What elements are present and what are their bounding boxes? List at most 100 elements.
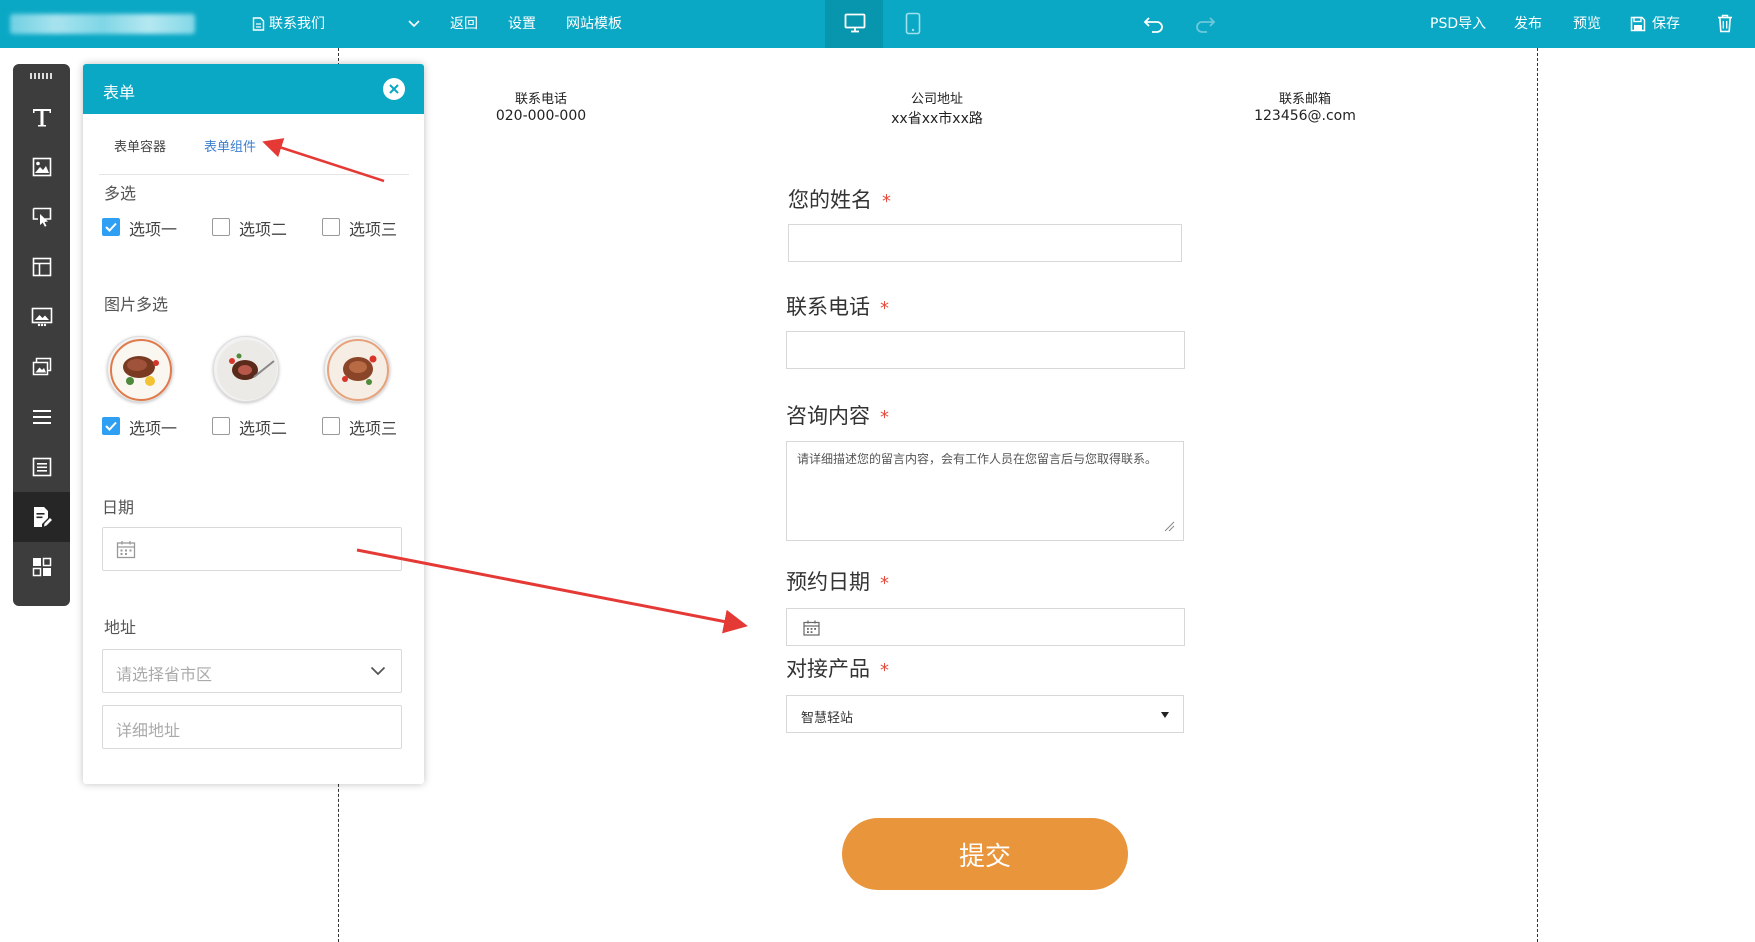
required-mark: *: [880, 660, 889, 681]
top-toolbar: 联系我们 返回 设置 网站模板 PSD导入 发布 预览 保存: [0, 0, 1755, 48]
close-icon: [389, 84, 399, 94]
required-mark: *: [880, 407, 889, 428]
calendar-icon: [803, 620, 820, 636]
contact-phone-label: 联系电话: [514, 92, 567, 107]
mobile-view-icon[interactable]: [905, 12, 921, 35]
component-toolbar: [13, 64, 70, 606]
list-tool-button[interactable]: [13, 442, 70, 492]
slideshow-tool-button[interactable]: [13, 292, 70, 342]
name-input[interactable]: [788, 224, 1182, 262]
save-icon: [1630, 16, 1646, 32]
redo-icon[interactable]: [1194, 14, 1216, 34]
image-checkbox-3[interactable]: [322, 417, 340, 435]
tab-divider: [99, 174, 409, 175]
desktop-view-button[interactable]: [825, 0, 883, 48]
panel-header: 表单: [83, 64, 424, 114]
date-picker-field[interactable]: [102, 527, 402, 571]
undo-icon[interactable]: [1143, 14, 1165, 34]
layout-icon: [32, 257, 51, 277]
multi-option-2: 选项二: [239, 220, 288, 239]
text-icon: [32, 109, 51, 127]
canvas-right-guide: [1537, 48, 1538, 942]
multi-checkbox-3[interactable]: [322, 218, 340, 236]
calendar-icon: [116, 541, 136, 559]
templates-button[interactable]: 网站模板: [566, 0, 622, 48]
resize-handle-icon[interactable]: [1163, 520, 1175, 532]
image-option-1: 选项一: [129, 419, 178, 438]
multi-option-1: 选项一: [129, 220, 178, 239]
layout-tool-button[interactable]: [13, 242, 70, 292]
food-image-3[interactable]: [324, 336, 390, 402]
settings-button[interactable]: 设置: [508, 0, 536, 48]
inquiry-placeholder: 请详细描述您的留言内容，会有工作人员在您留言后与您取得联系。: [797, 452, 1158, 466]
list-icon: [32, 457, 51, 477]
inquiry-field-label: 咨询内容 *: [786, 400, 889, 430]
contact-address-label: 公司地址: [910, 92, 963, 107]
preview-button[interactable]: 预览: [1573, 0, 1601, 48]
submit-button[interactable]: 提交: [842, 818, 1128, 890]
panel-close-button[interactable]: [383, 78, 405, 100]
save-button[interactable]: 保存: [1630, 0, 1680, 48]
date-field-label: 预约日期 *: [786, 566, 889, 596]
modules-tool-button[interactable]: [13, 542, 70, 592]
multi-checkbox-1[interactable]: [102, 218, 120, 236]
dropdown-arrow-icon: [1161, 712, 1169, 718]
form-tool-button[interactable]: [13, 492, 70, 542]
check-icon: [105, 222, 117, 232]
image-checkbox-2[interactable]: [212, 417, 230, 435]
product-select[interactable]: 智慧轻站: [786, 695, 1184, 733]
appointment-date-input[interactable]: [786, 608, 1185, 646]
text-tool-button[interactable]: [13, 92, 70, 142]
food-image-2[interactable]: [213, 336, 279, 402]
inquiry-textarea[interactable]: 请详细描述您的留言内容，会有工作人员在您留言后与您取得联系。: [786, 441, 1184, 541]
chevron-down-icon[interactable]: [407, 18, 421, 30]
menu-icon: [32, 410, 51, 424]
phone-field-label: 联系电话 *: [786, 291, 889, 321]
button-tool-button[interactable]: [13, 192, 70, 242]
site-logo-blurred: [10, 14, 195, 34]
multi-checkbox-2[interactable]: [212, 218, 230, 236]
tab-form-container[interactable]: 表单容器: [114, 136, 166, 155]
save-label: 保存: [1652, 16, 1680, 32]
check-icon: [105, 421, 117, 431]
date-label-text: 预约日期: [786, 570, 870, 594]
tab-form-components[interactable]: 表单组件: [204, 136, 256, 155]
product-label-text: 对接产品: [786, 657, 870, 681]
address-detail-placeholder: 详细地址: [116, 721, 181, 740]
grid-icon: [32, 557, 51, 577]
address-detail-input[interactable]: 详细地址: [102, 705, 402, 749]
required-mark: *: [880, 298, 889, 319]
phone-input[interactable]: [786, 331, 1185, 369]
multi-option-3: 选项三: [349, 220, 398, 239]
region-placeholder: 请选择省市区: [116, 665, 213, 684]
contact-email-label: 联系邮箱: [1278, 92, 1331, 107]
page-selector[interactable]: 联系我们: [252, 0, 325, 48]
page-icon: [252, 17, 265, 31]
back-button[interactable]: 返回: [450, 0, 478, 48]
region-select[interactable]: 请选择省市区: [102, 649, 402, 693]
drag-handle-icon[interactable]: [30, 72, 54, 80]
cursor-button-icon: [32, 207, 51, 227]
slideshow-icon: [31, 307, 52, 327]
steak-plate-image: [327, 339, 389, 401]
date-section-label: 日期: [102, 498, 135, 517]
gallery-tool-button[interactable]: [13, 342, 70, 392]
menu-tool-button[interactable]: [13, 392, 70, 442]
required-mark: *: [882, 191, 891, 212]
image-icon: [32, 157, 51, 177]
food-image-1[interactable]: [107, 336, 173, 402]
steak-plate-image: [217, 340, 277, 400]
product-selected-value: 智慧轻站: [801, 711, 854, 726]
image-multi-select-label: 图片多选: [104, 295, 169, 314]
desktop-icon: [844, 13, 866, 33]
steak-plate-image: [110, 339, 172, 401]
phone-label-text: 联系电话: [786, 295, 870, 319]
image-checkbox-1[interactable]: [102, 417, 120, 435]
name-field-label: 您的姓名 *: [788, 184, 891, 214]
image-tool-button[interactable]: [13, 142, 70, 192]
required-mark: *: [880, 573, 889, 594]
delete-icon[interactable]: [1717, 14, 1733, 33]
image-option-3: 选项三: [349, 419, 398, 438]
psd-import-button[interactable]: PSD导入: [1430, 0, 1486, 48]
publish-button[interactable]: 发布: [1514, 0, 1542, 48]
